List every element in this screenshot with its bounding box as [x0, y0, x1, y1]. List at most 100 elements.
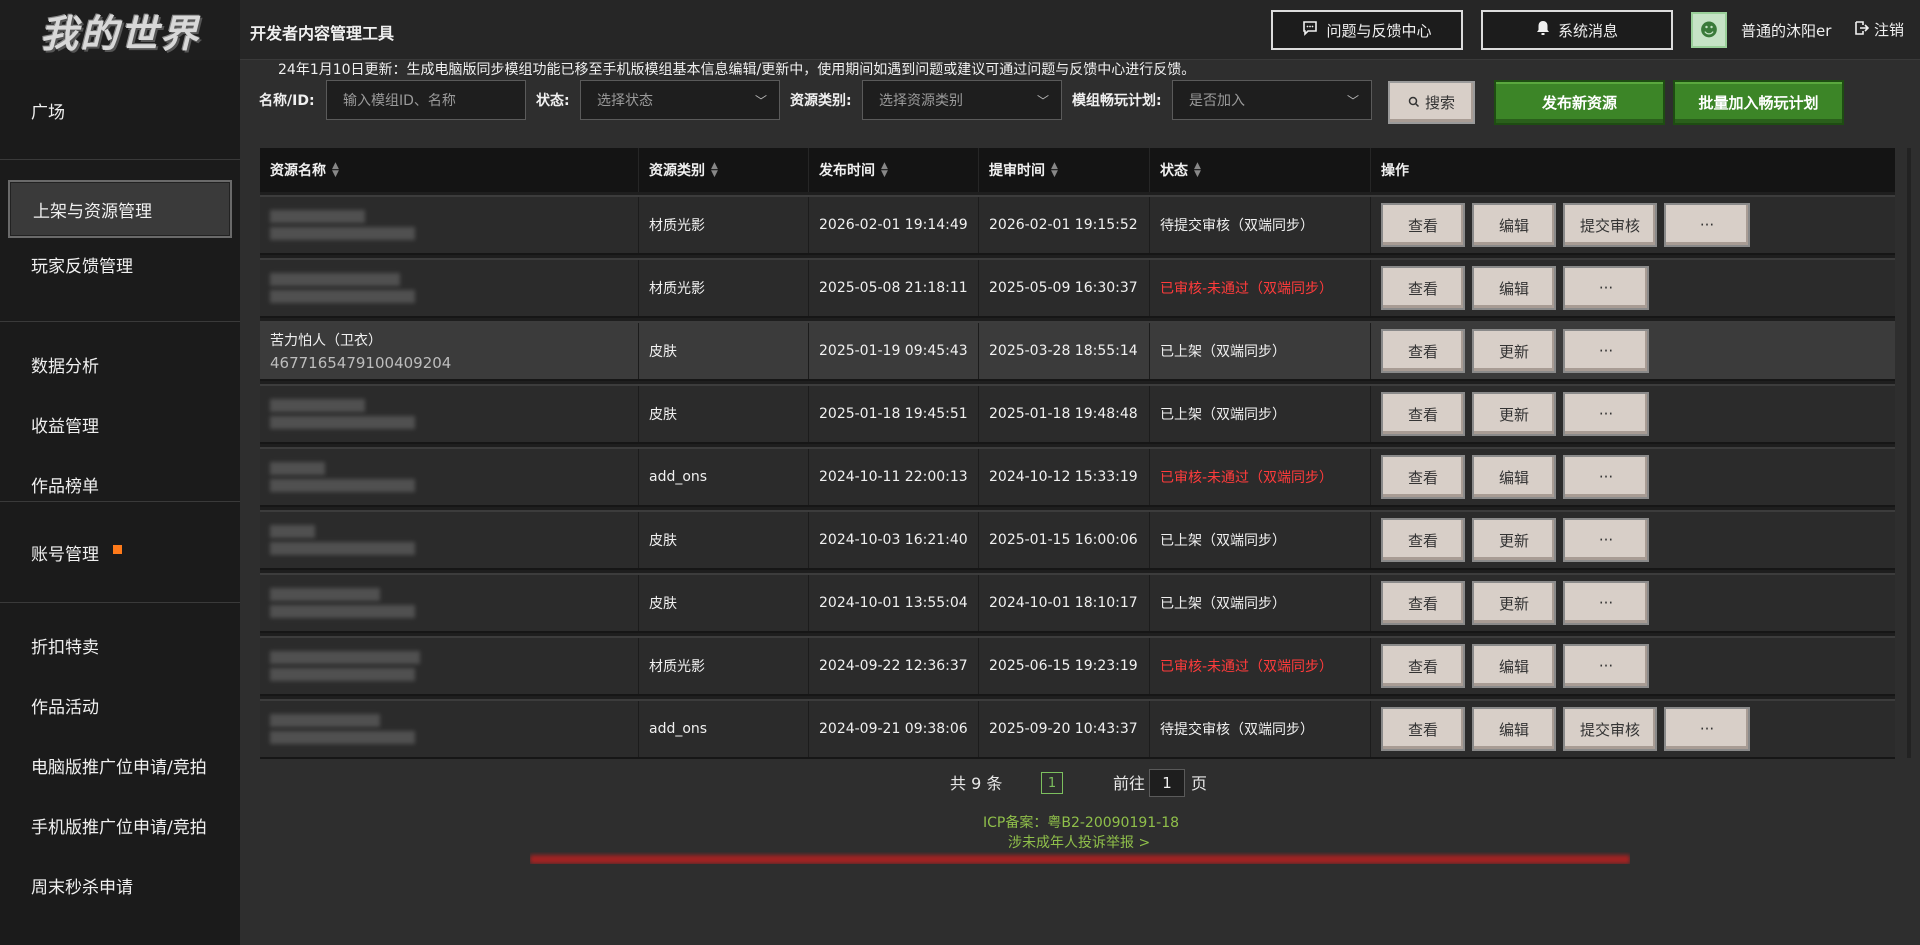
submit-review-button[interactable]: 提交审核 — [1563, 707, 1657, 751]
edit-button[interactable]: 编辑 — [1472, 707, 1556, 751]
sidebar-item-rankings[interactable]: 作品榜单 — [0, 454, 240, 514]
sidebar-item-label: 电脑版推广位申请/竞拍 — [31, 757, 207, 778]
resource-type: 皮肤 — [639, 386, 809, 442]
sidebar-group-plaza: 广场 — [0, 60, 240, 160]
view-button[interactable]: 查看 — [1381, 266, 1465, 310]
play-plan-select[interactable]: 是否加入 ﹀ — [1172, 80, 1372, 120]
table-row[interactable]: 皮肤 2025-01-18 19:45:51 2025-01-18 19:48:48… — [260, 384, 1895, 444]
sidebar-item-plaza[interactable]: 广场 — [0, 80, 240, 140]
table-row[interactable]: 皮肤 2024-10-03 16:21:40 2025-01-15 16:00:06… — [260, 510, 1895, 570]
sidebar-item-label: 数据分析 — [31, 356, 99, 377]
sidebar-item-weekend-flash[interactable]: 周末秒杀申请 — [0, 855, 240, 915]
column-header[interactable]: 状态 ▲ ▼ — [1150, 148, 1371, 192]
view-button[interactable]: 查看 — [1381, 707, 1465, 751]
more-button[interactable]: ··· — [1563, 266, 1649, 310]
sidebar-item-discount-sale[interactable]: 折扣特卖 — [0, 615, 240, 675]
view-button[interactable]: 查看 — [1381, 644, 1465, 688]
username[interactable]: 普通的沐阳er — [1741, 20, 1831, 41]
logout-button[interactable]: 注销 — [1855, 19, 1904, 40]
status-text: 待提交审核（双端同步） — [1150, 701, 1371, 757]
system-messages-button[interactable]: 系统消息 — [1481, 10, 1673, 50]
feedback-center-button[interactable]: 问题与反馈中心 — [1271, 10, 1463, 50]
search-button[interactable]: 搜索 — [1388, 81, 1475, 124]
submit-time: 2025-01-18 19:48:48 — [979, 386, 1150, 442]
sidebar-item-label: 周末秒杀申请 — [31, 877, 133, 898]
table-row[interactable]: 皮肤 2024-10-01 13:55:04 2024-10-01 18:10:17… — [260, 573, 1895, 633]
column-header[interactable]: 资源名称 ▲ ▼ — [260, 148, 639, 192]
top-bar: 我的世界 开发者内容管理工具 问题与反馈中心 系统消息 ☻ 普通的沐阳er 注销 — [0, 0, 1920, 60]
sort-icon[interactable]: ▲ ▼ — [1051, 162, 1058, 179]
column-header[interactable]: 发布时间 ▲ ▼ — [809, 148, 979, 192]
view-button[interactable]: 查看 — [1381, 392, 1465, 436]
chevron-down-icon: ﹀ — [754, 94, 767, 108]
sort-icon[interactable]: ▲ ▼ — [711, 162, 718, 179]
sidebar-item-activities[interactable]: 作品活动 — [0, 675, 240, 735]
view-button[interactable]: 查看 — [1381, 455, 1465, 499]
resource-type: 皮肤 — [639, 512, 809, 568]
logo[interactable]: 我的世界 — [0, 0, 240, 60]
status-select[interactable]: 选择状态 ﹀ — [580, 80, 780, 120]
update-button[interactable]: 更新 — [1472, 392, 1556, 436]
table-row[interactable]: 材质光影 2025-05-08 21:18:11 2025-05-09 16:30:… — [260, 258, 1895, 318]
type-placeholder: 选择资源类别 — [879, 93, 963, 109]
blurred-resource-name — [270, 651, 420, 664]
update-button[interactable]: 更新 — [1472, 329, 1556, 373]
more-button[interactable]: ··· — [1563, 392, 1649, 436]
more-button[interactable]: ··· — [1664, 203, 1750, 247]
sidebar-item-label: 收益管理 — [31, 416, 99, 437]
type-select[interactable]: 选择资源类别 ﹀ — [862, 80, 1062, 120]
sort-icon[interactable]: ▲ ▼ — [1194, 162, 1201, 179]
legal-warning-text — [530, 852, 1630, 864]
icp-record[interactable]: ICP备案：粤B2-20090191-18 — [983, 812, 1179, 832]
publish-time: 2024-10-01 13:55:04 — [809, 575, 979, 631]
submit-review-button[interactable]: 提交审核 — [1563, 203, 1657, 247]
avatar[interactable]: ☻ — [1691, 12, 1727, 48]
sidebar-item-revenue[interactable]: 收益管理 — [0, 394, 240, 454]
edit-button[interactable]: 编辑 — [1472, 266, 1556, 310]
view-button[interactable]: 查看 — [1381, 203, 1465, 247]
resource-name-cell: 苦力怕人（卫衣） 4677165479100409204 — [260, 323, 639, 379]
edit-button[interactable]: 编辑 — [1472, 455, 1556, 499]
sort-icon[interactable]: ▲ ▼ — [881, 162, 888, 179]
table-row[interactable]: add_ons 2024-10-11 22:00:13 2024-10-12 15:… — [260, 447, 1895, 507]
update-button[interactable]: 更新 — [1472, 581, 1556, 625]
update-button[interactable]: 更新 — [1472, 518, 1556, 562]
actions-cell: 查看 更新 ··· — [1371, 512, 1895, 568]
view-button[interactable]: 查看 — [1381, 329, 1465, 373]
more-button[interactable]: ··· — [1563, 329, 1649, 373]
sidebar-item-data-analysis[interactable]: 数据分析 — [0, 334, 240, 394]
view-button[interactable]: 查看 — [1381, 518, 1465, 562]
page-number-current[interactable]: 1 — [1041, 772, 1063, 794]
sort-icon[interactable]: ▲ ▼ — [332, 162, 339, 179]
submit-time: 2025-03-28 18:55:14 — [979, 323, 1150, 379]
sidebar-item-resource-management[interactable]: 上架与资源管理 — [8, 180, 232, 238]
feedback-center-label: 问题与反馈中心 — [1326, 21, 1432, 40]
name-id-input[interactable]: 输入模组ID、名称 — [326, 80, 526, 120]
more-button[interactable]: ··· — [1563, 644, 1649, 688]
batch-join-play-plan-button[interactable]: 批量加入畅玩计划 — [1673, 80, 1844, 125]
sidebar-item-account[interactable]: 账号管理 — [0, 522, 240, 582]
more-button[interactable]: ··· — [1563, 455, 1649, 499]
table-row[interactable]: 苦力怕人（卫衣） 4677165479100409204 皮肤 2025-01-19 … — [260, 321, 1895, 381]
column-header-label: 资源类别 — [649, 163, 705, 179]
goto-page-input[interactable]: 1 — [1149, 769, 1185, 797]
minor-complaint-link[interactable]: 涉未成年人投诉举报 > — [1008, 832, 1150, 852]
more-button[interactable]: ··· — [1664, 707, 1750, 751]
publish-new-resource-button[interactable]: 发布新资源 — [1494, 80, 1665, 125]
goto-label: 前往 — [1113, 774, 1146, 793]
more-button[interactable]: ··· — [1563, 581, 1649, 625]
sidebar-item-mobile-promotion[interactable]: 手机版推广位申请/竞拍 — [0, 795, 240, 855]
column-header[interactable]: 提审时间 ▲ ▼ — [979, 148, 1150, 192]
publish-time: 2024-10-03 16:21:40 — [809, 512, 979, 568]
scrollbar[interactable] — [1907, 148, 1911, 758]
table-row[interactable]: 材质光影 2024-09-22 12:36:37 2025-06-15 19:23:… — [260, 636, 1895, 696]
edit-button[interactable]: 编辑 — [1472, 644, 1556, 688]
table-row[interactable]: 材质光影 2026-02-01 19:14:49 2026-02-01 19:15:… — [260, 195, 1895, 255]
column-header[interactable]: 资源类别 ▲ ▼ — [639, 148, 809, 192]
edit-button[interactable]: 编辑 — [1472, 203, 1556, 247]
more-button[interactable]: ··· — [1563, 518, 1649, 562]
view-button[interactable]: 查看 — [1381, 581, 1465, 625]
table-row[interactable]: add_ons 2024-09-21 09:38:06 2025-09-20 10:… — [260, 699, 1895, 759]
sidebar-item-pc-promotion[interactable]: 电脑版推广位申请/竞拍 — [0, 735, 240, 795]
sidebar-item-player-feedback[interactable]: 玩家反馈管理 — [0, 238, 240, 290]
